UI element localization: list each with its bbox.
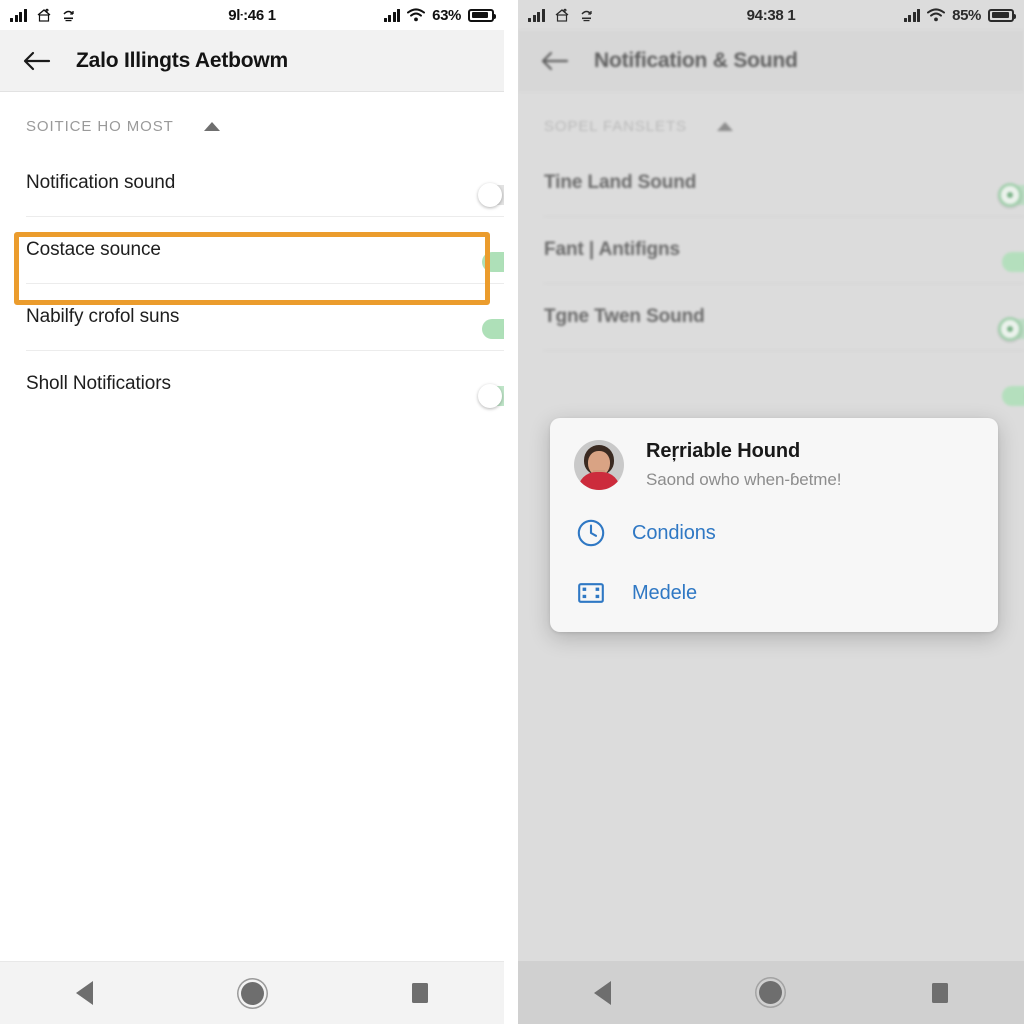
toggle-track: [1002, 385, 1024, 406]
setting-label: Nabilfy crofol suns: [26, 305, 180, 327]
signal-bars-icon: [10, 8, 27, 22]
back-arrow-icon[interactable]: [20, 44, 54, 78]
list-item[interactable]: [518, 350, 1024, 417]
left-app-bar: Zalo Illingts Aetbowm: [0, 30, 504, 92]
battery-icon: [988, 8, 1016, 22]
status-bar-right-icons: 63%: [383, 6, 496, 24]
status-bar-left-icons: [10, 8, 76, 23]
list-item[interactable]: Notification sound: [0, 149, 504, 216]
setting-label: Tine Land Sound: [544, 171, 697, 193]
section-title: SOPEL FANSLETS: [544, 118, 687, 135]
screenshot-root: 9ŀ:46 1 63% Zalo Illingts Aetbowm SOITIC…: [0, 0, 1024, 1024]
toggle-knob: [998, 182, 1022, 207]
nav-home-icon[interactable]: [219, 971, 285, 1015]
nav-home-icon[interactable]: [738, 971, 804, 1015]
dialog-title: Reŗriable Hound: [646, 440, 801, 462]
right-app-bar: Notification & Sound: [518, 30, 1024, 92]
left-settings-list: Notification sound Costace sounce Nabilf…: [0, 149, 504, 417]
left-section-header[interactable]: SOITICE HO MOST: [0, 92, 504, 149]
sync-icon: [62, 10, 74, 21]
list-item[interactable]: Nabilfy crofol suns: [0, 283, 504, 350]
list-item[interactable]: Fant | Antifigns: [518, 216, 1024, 283]
wifi-icon: [927, 8, 946, 22]
home-upload-icon: [555, 8, 568, 22]
signal-icon: [383, 8, 401, 22]
right-phone-panel: 94:38 1 85% Notification & Sound SOPEL F…: [518, 0, 1024, 1024]
sync-icon: [580, 10, 592, 21]
panel-divider: [504, 0, 518, 1024]
page-title: Notification & Sound: [594, 49, 798, 72]
right-nav-bar: [518, 961, 1024, 1024]
film-strip-icon: [574, 576, 608, 610]
toggle-knob: [478, 182, 502, 207]
toggle-track: [482, 318, 504, 339]
page-title: Zalo Illingts Aetbowm: [76, 48, 289, 72]
setting-label: Fant | Antifigns: [544, 238, 680, 260]
setting-label: Costace sounce: [26, 238, 161, 260]
right-section-header[interactable]: SOPEL FANSLETS: [518, 92, 1024, 149]
toggle-knob: [998, 316, 1022, 341]
status-bar-left-icons: [528, 8, 594, 23]
home-upload-icon: [37, 8, 50, 22]
toggle-track: [482, 251, 504, 272]
right-status-bar: 94:38 1 85%: [518, 0, 1024, 30]
status-bar-right-icons: 85%: [903, 6, 1016, 24]
section-title: SOITICE HO MOST: [26, 118, 174, 135]
nav-back-icon[interactable]: [569, 971, 635, 1015]
left-nav-bar: [0, 961, 504, 1024]
list-item[interactable]: Tine Land Sound: [518, 149, 1024, 216]
dialog-text-block: Reŗriable Hound Saond owho when-ɓetme!: [646, 438, 841, 490]
battery-percent-label: 85%: [952, 6, 981, 24]
setting-label: Sholl Notificatiors: [26, 372, 171, 394]
right-dimmed-content: Notification & Sound SOPEL FANSLETS Tine…: [518, 30, 1024, 417]
setting-label: Notification sound: [26, 171, 176, 193]
left-status-bar: 9ŀ:46 1 63%: [0, 0, 504, 30]
dialog-action-conditions[interactable]: Condions: [574, 516, 974, 550]
nav-back-icon[interactable]: [51, 971, 117, 1015]
avatar: [574, 440, 624, 490]
signal-icon: [903, 8, 921, 22]
caret-up-icon[interactable]: [716, 122, 733, 131]
caret-up-icon[interactable]: [203, 122, 220, 131]
wifi-icon: [407, 8, 426, 22]
battery-icon: [468, 8, 496, 22]
dialog-action-media[interactable]: Medele: [574, 576, 974, 610]
dialog-subtitle: Saond owho when-ɓetme!: [646, 470, 842, 489]
right-settings-list: Tine Land Sound Fant | Antifigns Tgne Tw…: [518, 149, 1024, 417]
back-arrow-icon[interactable]: [538, 44, 572, 78]
setting-label: Tgne Twen Sound: [544, 305, 705, 327]
dialog-header: Reŗriable Hound Saond owho when-ɓetme!: [574, 438, 974, 490]
dialog-action-label: Medele: [632, 581, 697, 604]
list-item[interactable]: Sholl Notificatiors: [0, 350, 504, 417]
nav-recents-icon[interactable]: [387, 971, 453, 1015]
toggle-knob: [478, 383, 502, 408]
clock-icon: [574, 516, 608, 550]
left-phone-panel: 9ŀ:46 1 63% Zalo Illingts Aetbowm SOITIC…: [0, 0, 504, 1024]
contact-action-dialog: Reŗriable Hound Saond owho when-ɓetme! C…: [550, 418, 998, 632]
dialog-action-label: Condions: [632, 521, 716, 544]
nav-recents-icon[interactable]: [907, 971, 973, 1015]
list-item[interactable]: Costace sounce: [0, 216, 504, 283]
battery-percent-label: 63%: [432, 6, 461, 24]
toggle-track: [1002, 251, 1024, 272]
list-item[interactable]: Tgne Twen Sound: [518, 283, 1024, 350]
signal-bars-icon: [528, 8, 545, 22]
